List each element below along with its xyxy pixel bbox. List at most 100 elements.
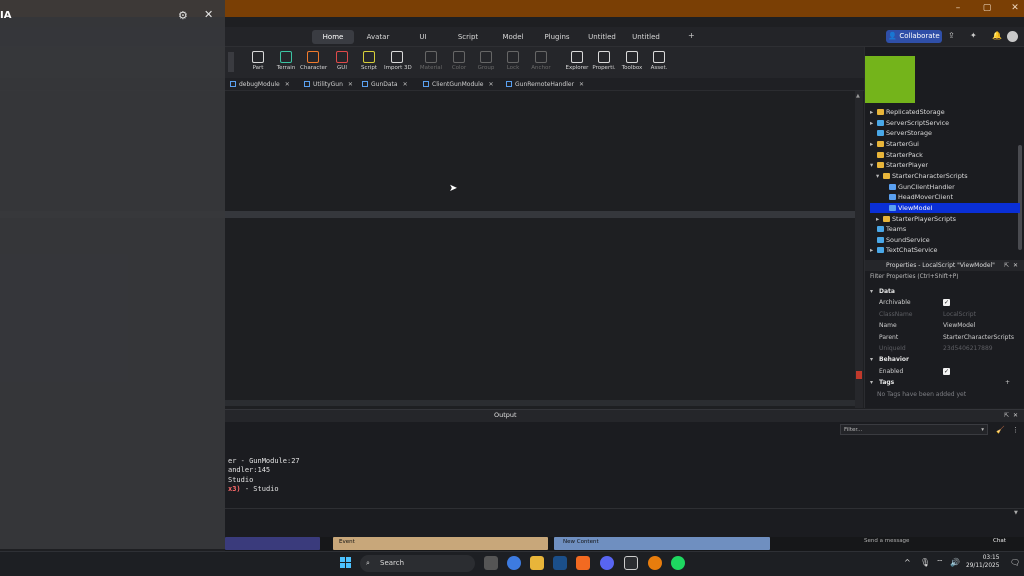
explorer-item-textchatservice[interactable]: ▸ TextChatService bbox=[870, 245, 1020, 256]
collapse-arrow-icon[interactable]: ▾ bbox=[870, 286, 873, 297]
close-tab-icon[interactable]: ✕ bbox=[403, 81, 408, 88]
close-icon[interactable]: ✕ bbox=[1013, 262, 1018, 269]
taskbar-search[interactable]: ⌕ Search bbox=[360, 555, 475, 572]
tool-properti[interactable]: Properti. bbox=[591, 50, 617, 76]
property-row-uniqueid[interactable]: UniqueId 23d5406217889 bbox=[865, 343, 1017, 354]
output-filter-select[interactable]: Filter... ▾ bbox=[840, 424, 988, 435]
script-tab-gunremotehandler[interactable]: GunRemoteHandler ✕ bbox=[506, 79, 584, 90]
tool-script[interactable]: Script bbox=[356, 50, 382, 76]
explorer-item-soundservice[interactable]: SoundService bbox=[870, 235, 1020, 246]
script-tab-gundata[interactable]: GunData ✕ bbox=[362, 79, 408, 90]
chevron-up-icon[interactable]: ^ bbox=[904, 558, 911, 567]
tool-color[interactable]: Color bbox=[446, 50, 472, 76]
ribbon-tab-plugins[interactable]: Plugins bbox=[537, 30, 577, 44]
script-tab-utilitygun[interactable]: UtilityGun ✕ bbox=[304, 79, 353, 90]
expand-arrow-icon[interactable]: ▸ bbox=[870, 118, 877, 129]
ribbon-tab-avatar[interactable]: Avatar bbox=[359, 30, 397, 44]
tool-explorer[interactable]: Explorer bbox=[564, 50, 590, 76]
expand-arrow-icon[interactable]: ▸ bbox=[876, 214, 883, 225]
property-row-enabled[interactable]: Enabled ✓ bbox=[865, 366, 1017, 377]
property-value[interactable]: ViewModel bbox=[943, 320, 975, 331]
property-value[interactable]: LocalScript bbox=[943, 309, 976, 320]
editor-bottom-scrollbar[interactable] bbox=[225, 400, 855, 406]
property-value[interactable]: StarterCharacterScripts bbox=[943, 332, 1014, 343]
collaborate-button[interactable]: 👤 Collaborate bbox=[886, 30, 942, 43]
brave-icon[interactable] bbox=[576, 556, 590, 570]
toolbar-scroll-arrows[interactable] bbox=[228, 52, 234, 72]
scroll-down-icon[interactable]: ▼ bbox=[1014, 510, 1018, 516]
explorer-item-starterplayer[interactable]: ▾ StarterPlayer bbox=[870, 160, 1020, 171]
steam-icon[interactable] bbox=[553, 556, 567, 570]
close-icon[interactable]: ✕ bbox=[1013, 412, 1018, 419]
tool-import-3d[interactable]: Import 3D bbox=[384, 50, 412, 76]
chat-input[interactable]: Send a message bbox=[864, 538, 909, 544]
ribbon-tab-model[interactable]: Model bbox=[495, 30, 531, 44]
property-row-name[interactable]: Name ViewModel bbox=[865, 320, 1017, 331]
expand-arrow-icon[interactable]: ▾ bbox=[870, 160, 877, 171]
stream-thumbnail[interactable] bbox=[225, 537, 320, 550]
collapse-arrow-icon[interactable]: ▾ bbox=[870, 354, 873, 365]
expand-arrow-icon[interactable]: ▾ bbox=[876, 171, 883, 182]
collapse-arrow-icon[interactable]: ▾ bbox=[870, 377, 873, 388]
new-content-thumbnail[interactable]: New Content bbox=[554, 537, 770, 550]
script-tab-clientgunmodule[interactable]: ClientGunModule ✕ bbox=[423, 79, 493, 90]
explorer-item-headmoverclient[interactable]: HeadMoverClient bbox=[870, 192, 1020, 203]
avatar[interactable] bbox=[1007, 31, 1018, 42]
popout-icon[interactable]: ⇱ bbox=[1004, 412, 1009, 419]
property-value[interactable]: 23d5406217889 bbox=[943, 343, 993, 354]
editor-vertical-scrollbar[interactable] bbox=[855, 91, 863, 408]
copilot-icon[interactable] bbox=[507, 556, 521, 570]
event-thumbnail[interactable]: Event bbox=[333, 537, 548, 550]
close-icon[interactable]: ✕ bbox=[204, 8, 213, 21]
explorer-item-starterpack[interactable]: StarterPack bbox=[870, 150, 1020, 161]
popout-icon[interactable]: ⇱ bbox=[1004, 262, 1009, 269]
explorer-item-serverscriptservice[interactable]: ▸ ServerScriptService bbox=[870, 118, 1020, 129]
maximize-button[interactable]: ▢ bbox=[980, 2, 994, 14]
ribbon-tab-untitled[interactable]: Untitled bbox=[627, 30, 665, 44]
property-row-classname[interactable]: ClassName LocalScript bbox=[865, 309, 1017, 320]
more-options-icon[interactable]: ⋮ bbox=[1012, 426, 1019, 434]
explorer-item-gunclienthandler[interactable]: GunClientHandler bbox=[870, 182, 1020, 193]
sparkle-icon[interactable]: ✦ bbox=[970, 31, 980, 41]
close-tab-icon[interactable]: ✕ bbox=[285, 81, 290, 88]
clear-output-icon[interactable]: 🧹 bbox=[996, 426, 1005, 434]
ribbon-tab-script[interactable]: Script bbox=[449, 30, 487, 44]
explorer-item-serverstorage[interactable]: ServerStorage bbox=[870, 128, 1020, 139]
tool-material[interactable]: Material bbox=[418, 50, 444, 76]
explorer-item-starterplayerscripts[interactable]: ▸ StarterPlayerScripts bbox=[870, 214, 1020, 225]
close-window-button[interactable]: ✕ bbox=[1008, 2, 1022, 14]
discord-icon[interactable] bbox=[600, 556, 614, 570]
explorer-item-startercharacterscripts[interactable]: ▾ StarterCharacterScripts bbox=[870, 171, 1020, 182]
share-icon[interactable]: ⇪ bbox=[948, 31, 958, 41]
checkbox[interactable]: ✓ bbox=[943, 299, 950, 307]
tool-gui[interactable]: GUI bbox=[329, 50, 355, 76]
close-tab-icon[interactable]: ✕ bbox=[579, 81, 584, 88]
file-explorer-icon[interactable] bbox=[530, 556, 544, 570]
property-row-archivable[interactable]: Archivable ✓ bbox=[865, 297, 1017, 308]
property-row-parent[interactable]: Parent StarterCharacterScripts bbox=[865, 332, 1017, 343]
ribbon-tab-untitled[interactable]: Untitled bbox=[583, 30, 621, 44]
scroll-up-icon[interactable]: ▲ bbox=[856, 93, 862, 99]
tool-group[interactable]: Group bbox=[473, 50, 499, 76]
tool-part[interactable]: Part bbox=[245, 50, 271, 76]
expand-arrow-icon[interactable]: ▸ bbox=[870, 139, 877, 150]
properties-filter-input[interactable]: Filter Properties (Ctrl+Shift+P) bbox=[865, 272, 1024, 282]
close-tab-icon[interactable]: ✕ bbox=[488, 81, 493, 88]
notification-icon[interactable]: 🗨 bbox=[1010, 558, 1020, 567]
explorer-item-startergui[interactable]: ▸ StarterGui bbox=[870, 139, 1020, 150]
script-tab-debugmodule[interactable]: debugModule ✕ bbox=[230, 79, 290, 90]
expand-arrow-icon[interactable]: ▸ bbox=[870, 107, 877, 118]
system-clock[interactable]: 03:15 29/11/2025 bbox=[966, 554, 999, 570]
roblox-studio-icon[interactable] bbox=[624, 556, 638, 570]
explorer-item-viewmodel[interactable]: ViewModel bbox=[870, 202, 1020, 214]
tool-toolbox[interactable]: Toolbox bbox=[619, 50, 645, 76]
explorer-item-replicatedstorage[interactable]: ▸ ReplicatedStorage bbox=[870, 107, 1020, 118]
tool-character[interactable]: Character bbox=[300, 50, 327, 76]
tool-lock[interactable]: Lock bbox=[500, 50, 526, 76]
close-tab-icon[interactable]: ✕ bbox=[348, 81, 353, 88]
blender-icon[interactable] bbox=[648, 556, 662, 570]
microphone-icon[interactable]: 🎙 bbox=[920, 558, 930, 567]
tool-anchor[interactable]: Anchor bbox=[528, 50, 554, 76]
chat-label[interactable]: Chat bbox=[993, 538, 1006, 544]
ribbon-tab-home[interactable]: Home bbox=[312, 30, 354, 44]
